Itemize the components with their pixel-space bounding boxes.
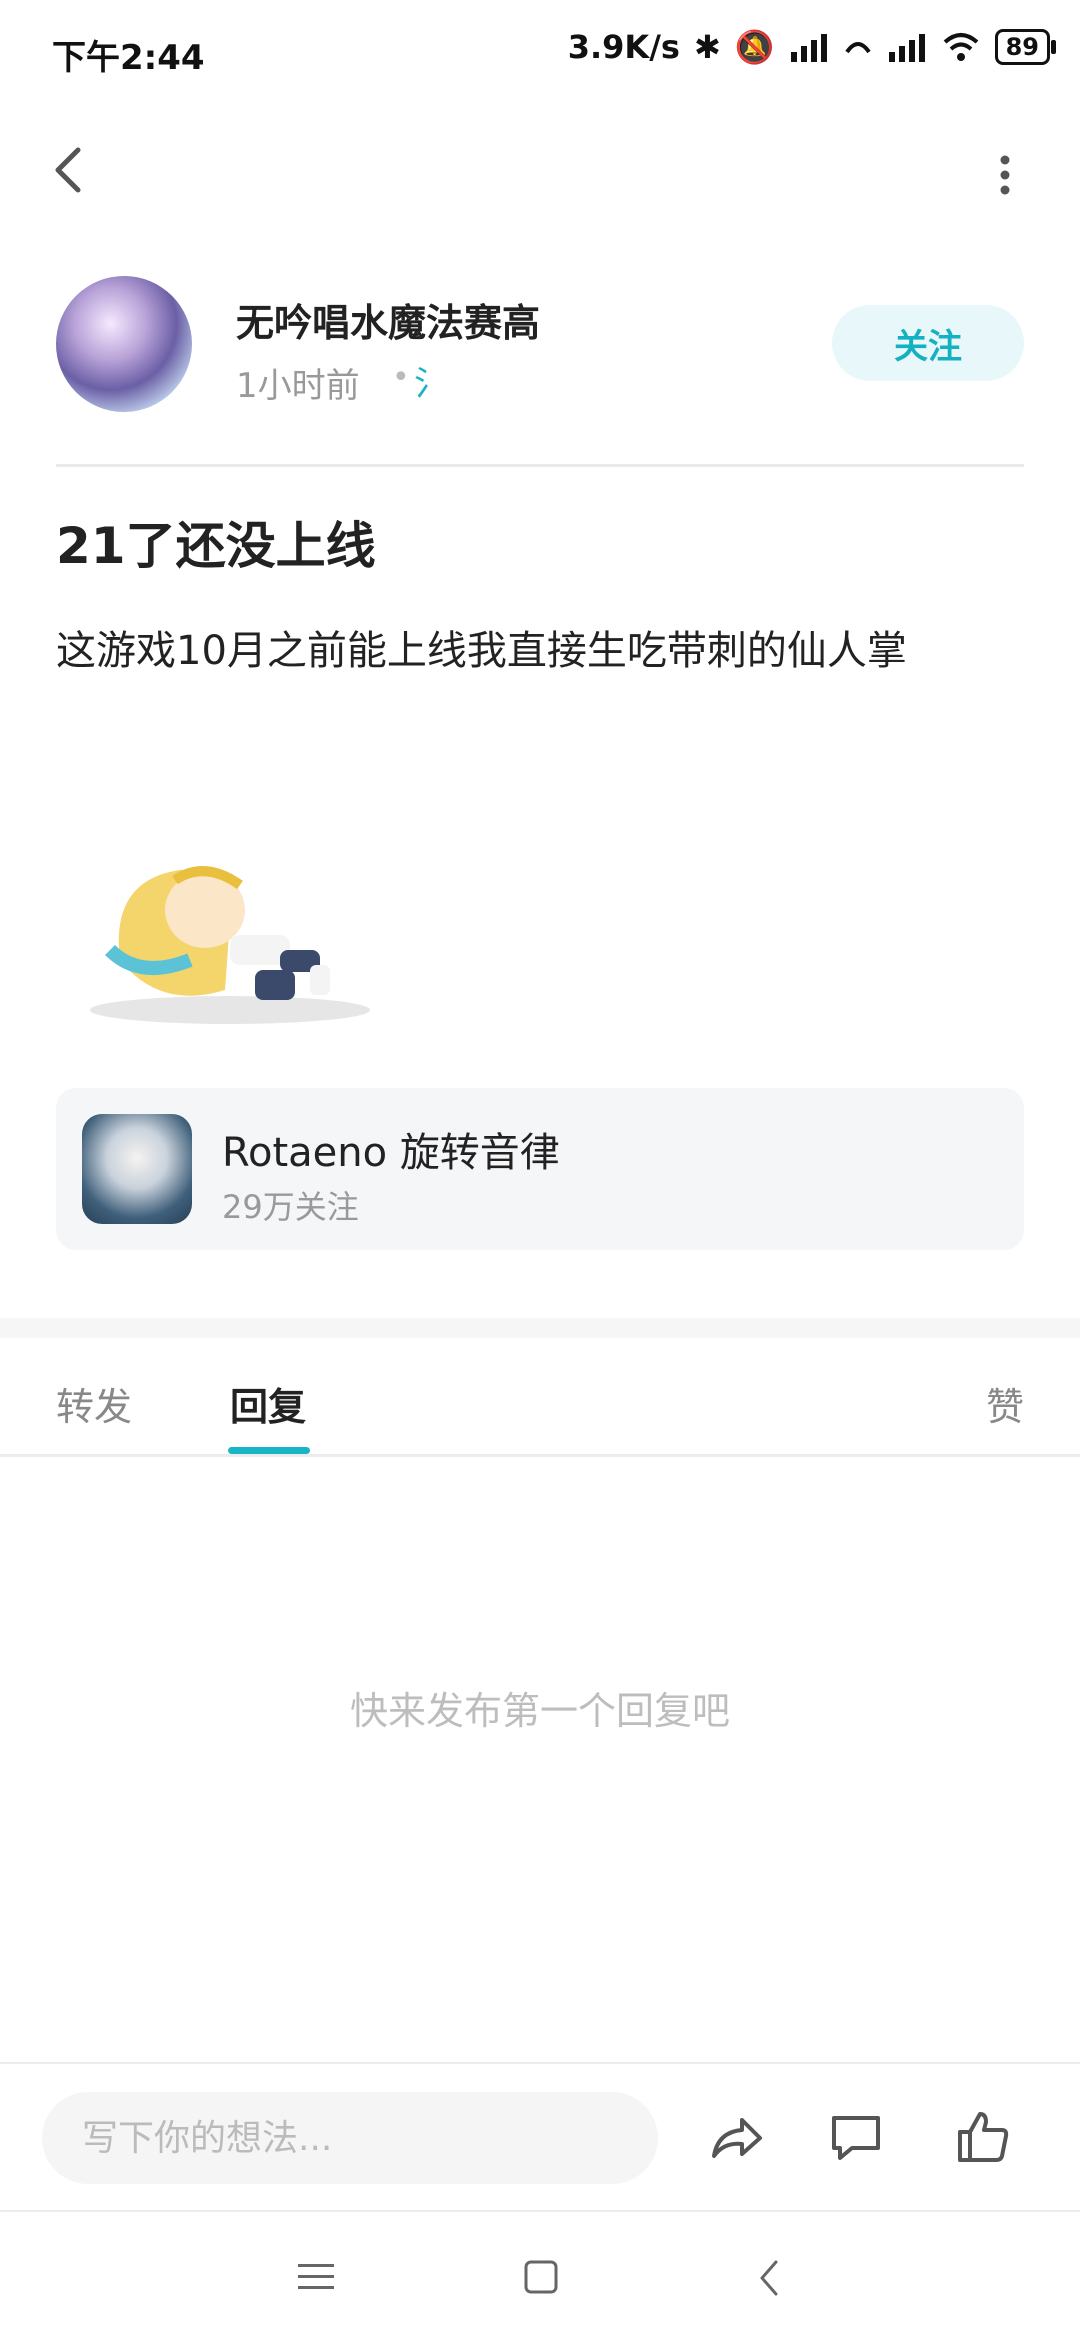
menu-icon[interactable]: [298, 2262, 334, 2292]
tab-indicator: [228, 1447, 310, 1454]
signal-2-icon: [888, 34, 925, 62]
status-indicators: 3.9K/s ✱ 🔕 89: [567, 28, 1057, 66]
comment-input[interactable]: [42, 2092, 658, 2184]
separator-dot: •: [392, 360, 410, 395]
status-time: 下午2:44: [52, 38, 205, 78]
system-back-icon[interactable]: [756, 2258, 782, 2298]
bluetooth-icon: ✱: [693, 28, 721, 66]
game-followers: 29万关注: [222, 1188, 359, 1226]
thumbs-up-icon[interactable]: [952, 2106, 1012, 2166]
status-bar: 下午2:44 3.9K/s ✱ 🔕 89: [0, 0, 1080, 100]
divider: [0, 2210, 1080, 2212]
network-speed: 3.9K/s: [567, 28, 680, 66]
section-gap: [0, 1318, 1080, 1338]
back-arrow-icon[interactable]: [40, 140, 100, 200]
more-options-icon[interactable]: [990, 150, 1020, 200]
post-body: 这游戏10月之前能上线我直接生吃带刺的仙人掌: [56, 628, 907, 674]
bell-muted-icon: 🔕: [734, 28, 775, 66]
home-icon[interactable]: [524, 2260, 558, 2294]
wifi-icon: [943, 33, 978, 61]
follow-button[interactable]: 关注: [832, 305, 1024, 381]
share-icon[interactable]: [706, 2108, 766, 2168]
signal-icon: [790, 34, 827, 62]
comment-icon[interactable]: [826, 2108, 886, 2168]
divider: [0, 1454, 1080, 1457]
battery-icon: 89: [994, 29, 1057, 65]
tab-like[interactable]: 赞: [986, 1376, 1024, 1431]
author-avatar[interactable]: [56, 276, 192, 412]
divider: [0, 2062, 1080, 2064]
game-name[interactable]: Rotaeno 旋转音律: [222, 1120, 560, 1178]
sticker-image[interactable]: [80, 840, 380, 1030]
tab-reply[interactable]: 回复: [230, 1376, 306, 1431]
tab-repost[interactable]: 转发: [56, 1376, 132, 1431]
divider: [56, 464, 1024, 467]
call-icon: [844, 42, 871, 54]
post-time: 1小时前: [236, 366, 360, 406]
game-icon[interactable]: [82, 1114, 192, 1224]
author-name[interactable]: 无吟唱水魔法赛高: [236, 292, 540, 347]
post-title: 21了还没上线: [56, 517, 376, 575]
empty-replies-text: 快来发布第一个回复吧: [349, 1689, 730, 1733]
source-tag: 氵: [414, 364, 448, 404]
